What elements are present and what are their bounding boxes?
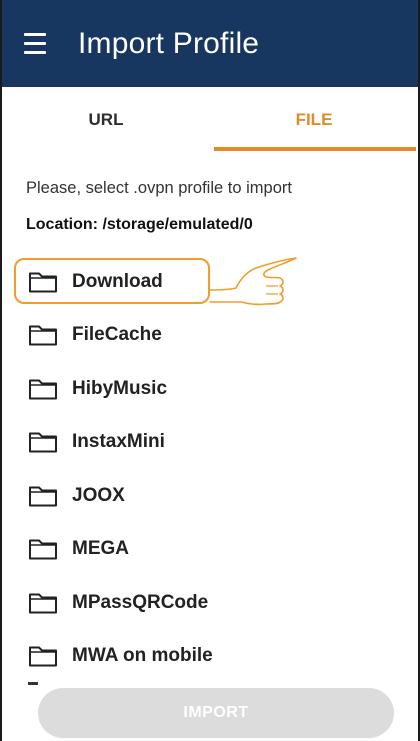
hamburger-menu-icon[interactable]	[24, 28, 56, 60]
next-folder-peek	[28, 682, 38, 685]
folder-name: MWA on mobile	[72, 645, 213, 667]
folder-icon	[29, 593, 57, 614]
folder-name: HibyMusic	[72, 377, 168, 399]
folder-name: MEGA	[72, 538, 129, 560]
app-screen: Import Profile URL FILE Please, select .…	[0, 0, 420, 741]
folder-item-instaxmini[interactable]: InstaxMini	[2, 416, 418, 470]
folder-icon	[29, 272, 57, 293]
tab-url[interactable]: URL	[2, 87, 210, 153]
folder-icon	[29, 379, 57, 400]
folder-icon	[29, 539, 57, 560]
page-title: Import Profile	[78, 26, 260, 60]
app-bar: Import Profile	[2, 0, 418, 87]
tab-bar: URL FILE	[2, 87, 418, 153]
location-path: Location: /storage/emulated/0	[26, 216, 253, 233]
folder-name: Download	[72, 270, 163, 292]
folder-icon	[29, 486, 57, 507]
instruction-text: Please, select .ovpn profile to import	[26, 179, 292, 197]
folder-icon	[29, 432, 57, 453]
folder-list: Download FileCache HibyMusic InstaxMini …	[2, 255, 418, 683]
folder-item-mwa-on-mobile[interactable]: MWA on mobile	[2, 630, 418, 684]
tab-file[interactable]: FILE	[210, 87, 418, 153]
folder-item-mega[interactable]: MEGA	[2, 523, 418, 577]
folder-item-joox[interactable]: JOOX	[2, 469, 418, 523]
folder-icon	[29, 325, 57, 346]
folder-name: FileCache	[72, 324, 162, 346]
folder-name: MPassQRCode	[72, 591, 209, 613]
tab-file-label: FILE	[295, 110, 333, 129]
active-tab-indicator	[214, 147, 416, 151]
folder-item-mpassqrcode[interactable]: MPassQRCode	[2, 576, 418, 630]
folder-item-download[interactable]: Download	[2, 255, 418, 309]
tab-url-label: URL	[88, 110, 124, 129]
folder-name: JOOX	[72, 484, 125, 506]
folder-icon	[29, 646, 57, 667]
folder-name: InstaxMini	[72, 431, 165, 453]
folder-item-hibymusic[interactable]: HibyMusic	[2, 362, 418, 416]
import-button[interactable]: IMPORT	[38, 688, 394, 738]
folder-item-filecache[interactable]: FileCache	[2, 309, 418, 363]
